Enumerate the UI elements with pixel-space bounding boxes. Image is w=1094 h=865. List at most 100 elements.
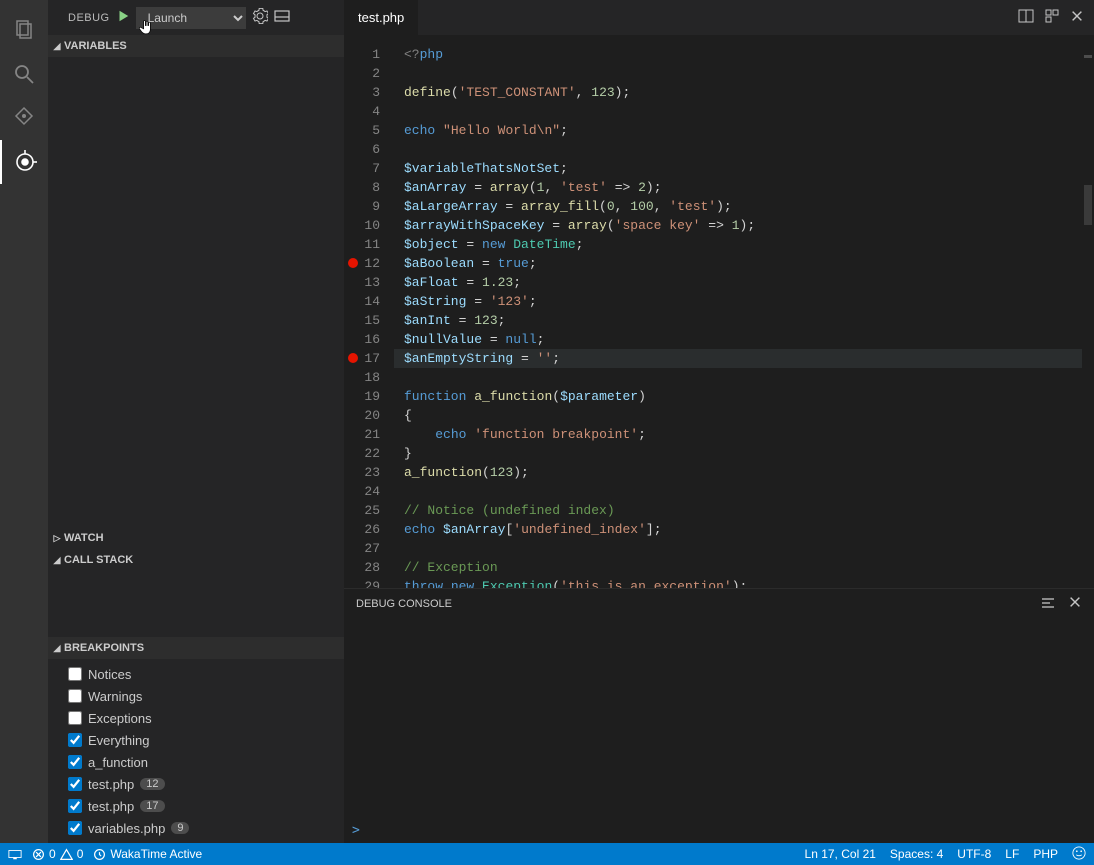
minimap[interactable] [1082, 35, 1094, 588]
breakpoint-item[interactable]: Everything [48, 729, 344, 751]
status-wakatime[interactable]: WakaTime Active [93, 847, 202, 861]
line-number: 25 [344, 501, 380, 520]
code-line: echo $anArray['undefined_index']; [404, 520, 1082, 539]
debug-console-toggle-icon[interactable] [274, 8, 290, 27]
breakpoint-item[interactable]: a_function [48, 751, 344, 773]
breakpoint-item[interactable]: test.php17 [48, 795, 344, 817]
code-line [404, 368, 1082, 387]
code-line: $nullValue = null; [404, 330, 1082, 349]
line-number: 10 [344, 216, 380, 235]
line-gutter: 1234567891011121314151617181920212223242… [344, 35, 394, 588]
line-number: 8 [344, 178, 380, 197]
line-number: 16 [344, 330, 380, 349]
line-number: 1 [344, 45, 380, 64]
breakpoint-checkbox[interactable] [68, 777, 82, 791]
status-eol[interactable]: LF [1005, 847, 1019, 861]
breakpoint-badge: 12 [140, 778, 164, 790]
activity-bar [0, 0, 48, 843]
line-number: 6 [344, 140, 380, 159]
breakpoint-dot[interactable] [348, 353, 358, 363]
feedback-icon[interactable] [1072, 846, 1086, 863]
line-number: 27 [344, 539, 380, 558]
breakpoint-item[interactable]: variables.php9 [48, 817, 344, 839]
breakpoint-item[interactable]: Exceptions [48, 707, 344, 729]
breakpoint-item[interactable]: Notices [48, 663, 344, 685]
section-breakpoints[interactable]: ◢ BREAKPOINTS [48, 637, 344, 659]
breakpoint-dot[interactable] [348, 258, 358, 268]
editor-area: test.php 1234567891011121314151617181920… [344, 0, 1094, 843]
debug-console-input[interactable]: > [344, 817, 1094, 843]
split-editor-icon[interactable] [1018, 8, 1034, 27]
status-encoding[interactable]: UTF-8 [957, 847, 991, 861]
section-variables[interactable]: ◢ VARIABLES [48, 35, 344, 57]
chevron-down-icon: ◢ [50, 555, 64, 566]
chevron-right-icon: ▷ [50, 533, 64, 544]
code-line [404, 539, 1082, 558]
code-line: $anInt = 123; [404, 311, 1082, 330]
breakpoint-checkbox[interactable] [68, 689, 82, 703]
code-line: echo 'function breakpoint'; [404, 425, 1082, 444]
clear-console-icon[interactable] [1040, 595, 1056, 614]
breakpoint-label: Exceptions [88, 711, 152, 726]
line-number: 4 [344, 102, 380, 121]
gear-icon[interactable] [252, 8, 268, 27]
breakpoint-label: Warnings [88, 689, 142, 704]
breakpoint-label: Notices [88, 667, 131, 682]
code-line: $aLargeArray = array_fill(0, 100, 'test'… [404, 197, 1082, 216]
breakpoint-checkbox[interactable] [68, 667, 82, 681]
breakpoint-checkbox[interactable] [68, 711, 82, 725]
explorer-icon[interactable] [0, 8, 48, 52]
line-number: 7 [344, 159, 380, 178]
code-line [404, 102, 1082, 121]
section-watch[interactable]: ▷ WATCH [48, 527, 344, 549]
breakpoint-badge: 17 [140, 800, 164, 812]
debug-icon[interactable] [0, 140, 48, 184]
line-number: 18 [344, 368, 380, 387]
breakpoint-checkbox[interactable] [68, 755, 82, 769]
status-lang[interactable]: PHP [1033, 847, 1058, 861]
line-number: 20 [344, 406, 380, 425]
status-remote-icon[interactable] [8, 847, 22, 861]
close-panel-icon[interactable] [1068, 595, 1082, 614]
search-icon[interactable] [0, 52, 48, 96]
debug-header: DEBUG Launch [48, 0, 344, 35]
breakpoint-item[interactable]: test.php12 [48, 773, 344, 795]
line-number: 29 [344, 577, 380, 588]
code-line: { [404, 406, 1082, 425]
line-number: 19 [344, 387, 380, 406]
code-line: $aString = '123'; [404, 292, 1082, 311]
code-line: $object = new DateTime; [404, 235, 1082, 254]
breakpoint-checkbox[interactable] [68, 733, 82, 747]
more-icon[interactable] [1044, 8, 1060, 27]
close-icon[interactable] [1070, 9, 1084, 26]
section-callstack[interactable]: ◢ CALL STACK [48, 549, 344, 571]
chevron-down-icon: ◢ [50, 41, 64, 52]
editor-body[interactable]: 1234567891011121314151617181920212223242… [344, 35, 1094, 588]
code-line: define('TEST_CONSTANT', 123); [404, 83, 1082, 102]
line-number: 13 [344, 273, 380, 292]
code-line [404, 140, 1082, 159]
breakpoint-item[interactable]: Warnings [48, 685, 344, 707]
line-number: 28 [344, 558, 380, 577]
debug-config-select[interactable]: Launch [136, 7, 246, 29]
status-lncol[interactable]: Ln 17, Col 21 [805, 847, 876, 861]
start-debug-button[interactable] [116, 9, 130, 26]
status-spaces[interactable]: Spaces: 4 [890, 847, 943, 861]
breakpoint-label: a_function [88, 755, 148, 770]
debug-console-output[interactable] [344, 619, 1094, 817]
scm-icon[interactable] [0, 96, 48, 140]
code-line: <?php [404, 45, 1082, 64]
debug-sidebar: DEBUG Launch ◢ VARIABLES ▷ WATCH ◢ C [48, 0, 344, 843]
tab-test-php[interactable]: test.php [344, 0, 419, 35]
code-line [404, 482, 1082, 501]
debug-console-title: DEBUG CONSOLE [356, 598, 452, 610]
breakpoint-checkbox[interactable] [68, 821, 82, 835]
status-problems[interactable]: 0 0 [32, 847, 83, 861]
code-line: echo "Hello World\n"; [404, 121, 1082, 140]
breakpoint-checkbox[interactable] [68, 799, 82, 813]
code-line: throw new Exception('this is an exceptio… [404, 577, 1082, 588]
callstack-body [48, 571, 344, 637]
line-number: 9 [344, 197, 380, 216]
code-content[interactable]: <?php define('TEST_CONSTANT', 123); echo… [394, 35, 1082, 588]
breakpoint-label: Everything [88, 733, 149, 748]
